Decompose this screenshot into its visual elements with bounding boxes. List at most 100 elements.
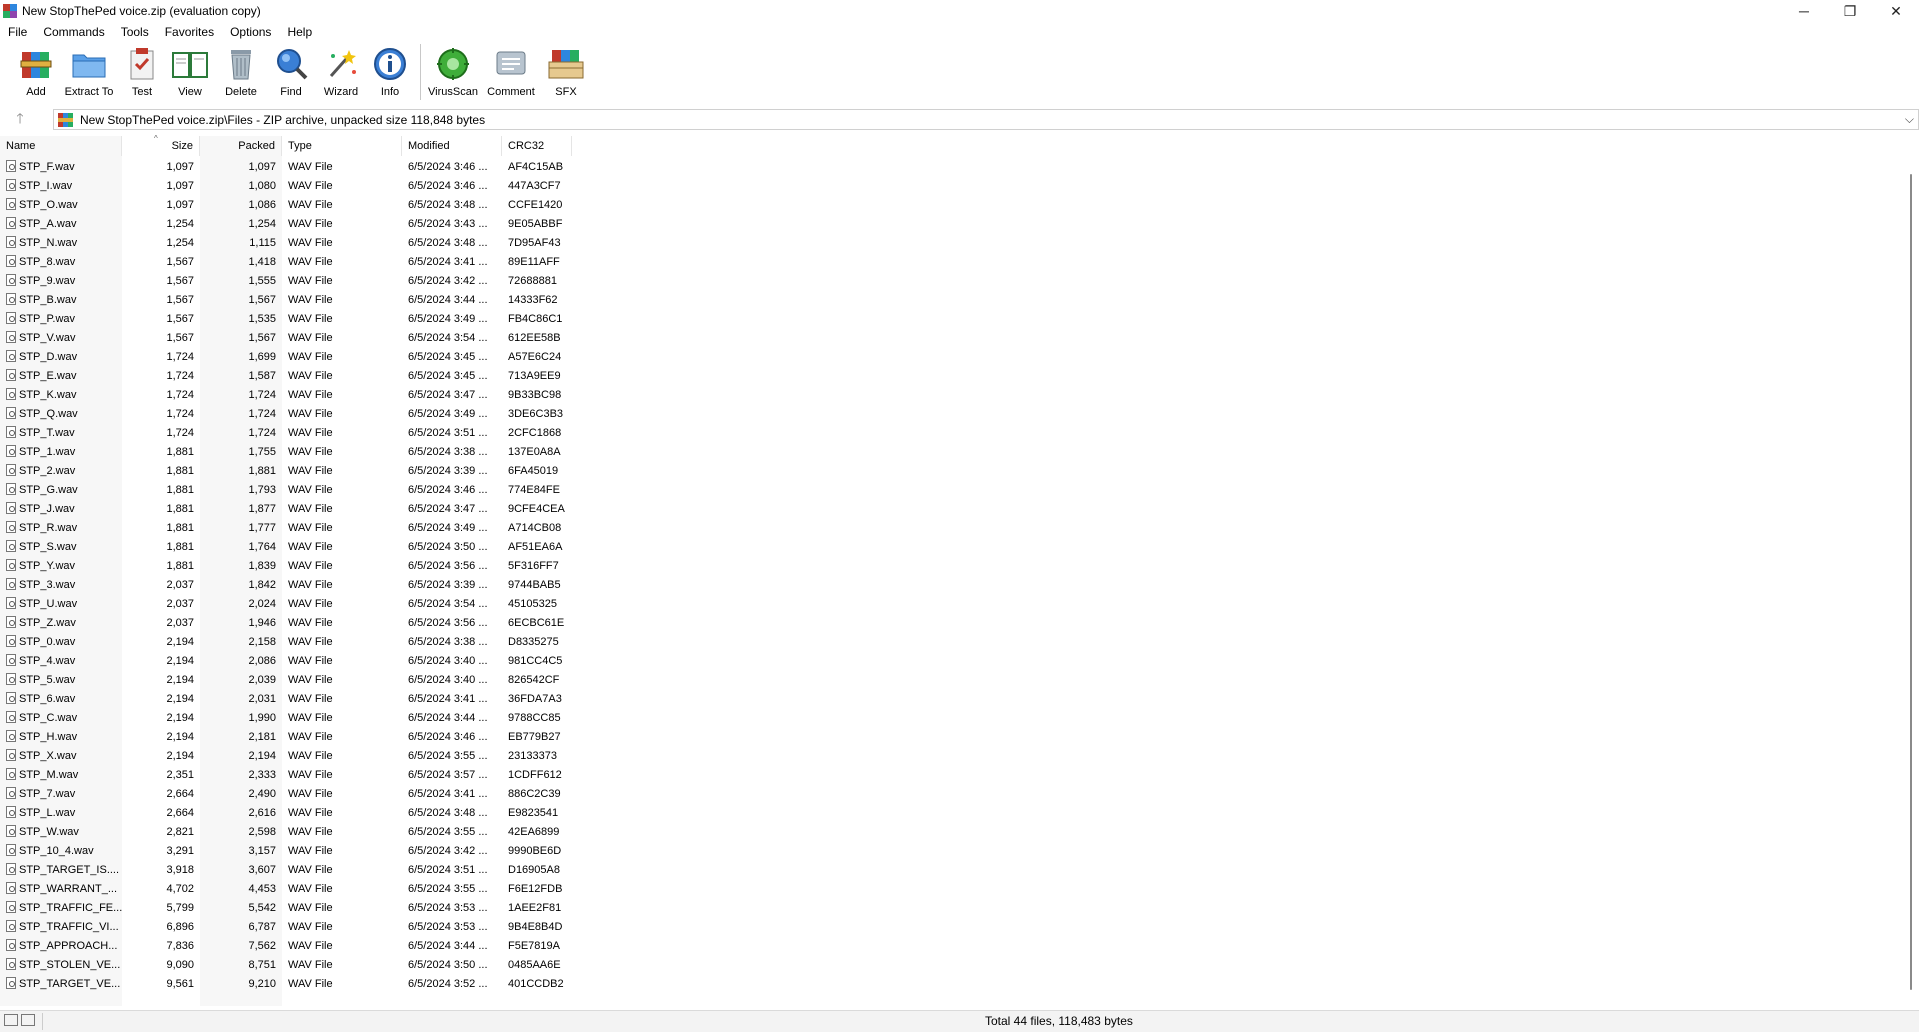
table-row[interactable]: STP_5.wav 2,194 2,039 WAV File 6/5/2024 3:40… <box>0 671 572 690</box>
table-row[interactable]: STP_Q.wav 1,724 1,724 WAV File 6/5/2024 3:49… <box>0 405 572 424</box>
test-button[interactable]: Test <box>122 44 162 102</box>
table-row[interactable]: STP_G.wav 1,881 1,793 WAV File 6/5/2024 3:46… <box>0 481 572 500</box>
table-row[interactable]: STP_3.wav 2,037 1,842 WAV File 6/5/2024 3:39… <box>0 576 572 595</box>
file-name: STP_X.wav <box>0 747 122 766</box>
table-row[interactable]: STP_1.wav 1,881 1,755 WAV File 6/5/2024 3:38… <box>0 443 572 462</box>
table-row[interactable]: STP_K.wav 1,724 1,724 WAV File 6/5/2024 3:47… <box>0 386 572 405</box>
menu-help[interactable]: Help <box>279 22 320 42</box>
up-folder-button[interactable]: 🡑 <box>10 110 30 130</box>
find-button[interactable]: Find <box>268 44 314 102</box>
table-row[interactable]: STP_S.wav 1,881 1,764 WAV File 6/5/2024 3:50… <box>0 538 572 557</box>
chevron-down-icon[interactable]: ⌵ <box>1905 112 1914 127</box>
file-crc32: A57E6C24 <box>508 351 562 363</box>
table-row[interactable]: STP_D.wav 1,724 1,699 WAV File 6/5/2024 3:45… <box>0 348 572 367</box>
file-name: STP_TARGET_IS.... <box>0 861 122 880</box>
extract-to-button[interactable]: Extract To <box>60 44 118 102</box>
minimize-button[interactable]: ─ <box>1781 0 1827 22</box>
table-row[interactable]: STP_8.wav 1,567 1,418 WAV File 6/5/2024 3:41… <box>0 253 572 272</box>
drive-icon[interactable] <box>4 1014 18 1026</box>
file-size: 1,881 <box>166 541 194 553</box>
column-type[interactable]: Type <box>282 136 402 156</box>
vertical-scrollbar[interactable] <box>1903 136 1919 1006</box>
table-row[interactable]: STP_TARGET_VE... 9,561 9,210 WAV File 6/5/20… <box>0 975 572 994</box>
table-row[interactable]: STP_A.wav 1,254 1,254 WAV File 6/5/2024 3:43… <box>0 215 572 234</box>
info-icon <box>370 44 410 84</box>
table-row[interactable]: STP_F.wav 1,097 1,097 WAV File 6/5/2024 3:46… <box>0 158 572 177</box>
file-type: WAV File <box>288 351 333 363</box>
column-size[interactable]: Size <box>122 136 200 156</box>
table-row[interactable]: STP_W.wav 2,821 2,598 WAV File 6/5/2024 3:55… <box>0 823 572 842</box>
file-type: WAV File <box>288 465 333 477</box>
comment-button[interactable]: Comment <box>483 44 539 102</box>
table-row[interactable]: STP_O.wav 1,097 1,086 WAV File 6/5/2024 3:48… <box>0 196 572 215</box>
file-name: STP_B.wav <box>0 291 122 310</box>
table-row[interactable]: STP_C.wav 2,194 1,990 WAV File 6/5/2024 3:44… <box>0 709 572 728</box>
table-row[interactable]: STP_B.wav 1,567 1,567 WAV File 6/5/2024 3:44… <box>0 291 572 310</box>
table-row[interactable]: STP_2.wav 1,881 1,881 WAV File 6/5/2024 3:39… <box>0 462 572 481</box>
table-row[interactable]: STP_N.wav 1,254 1,115 WAV File 6/5/2024 3:48… <box>0 234 572 253</box>
table-row[interactable]: STP_6.wav 2,194 2,031 WAV File 6/5/2024 3:41… <box>0 690 572 709</box>
table-row[interactable]: STP_P.wav 1,567 1,535 WAV File 6/5/2024 3:49… <box>0 310 572 329</box>
file-name-text: STP_0.wav <box>19 636 76 648</box>
column-crc32[interactable]: CRC32 <box>502 136 572 156</box>
menu-options[interactable]: Options <box>222 22 279 42</box>
file-crc32: 7D95AF43 <box>508 237 561 249</box>
file-packed: 3,157 <box>248 845 276 857</box>
table-row[interactable]: STP_WARRANT_... 4,702 4,453 WAV File 6/5/202… <box>0 880 572 899</box>
table-row[interactable]: STP_I.wav 1,097 1,080 WAV File 6/5/2024 3:46… <box>0 177 572 196</box>
wizard-button[interactable]: Wizard <box>318 44 364 102</box>
file-packed: 4,453 <box>248 883 276 895</box>
wav-file-icon <box>6 692 16 704</box>
table-row[interactable]: STP_M.wav 2,351 2,333 WAV File 6/5/2024 3:57… <box>0 766 572 785</box>
table-row[interactable]: STP_9.wav 1,567 1,555 WAV File 6/5/2024 3:42… <box>0 272 572 291</box>
maximize-button[interactable]: ❐ <box>1827 0 1873 22</box>
table-row[interactable]: STP_T.wav 1,724 1,724 WAV File 6/5/2024 3:51… <box>0 424 572 443</box>
table-row[interactable]: STP_V.wav 1,567 1,567 WAV File 6/5/2024 3:54… <box>0 329 572 348</box>
table-row[interactable]: STP_H.wav 2,194 2,181 WAV File 6/5/2024 3:46… <box>0 728 572 747</box>
table-row[interactable]: STP_R.wav 1,881 1,777 WAV File 6/5/2024 3:49… <box>0 519 572 538</box>
table-row[interactable]: STP_TRAFFIC_FE... 5,799 5,542 WAV File 6/5/2… <box>0 899 572 918</box>
sfx-button[interactable]: SFX <box>543 44 589 102</box>
wav-file-icon <box>6 464 16 476</box>
table-row[interactable]: STP_J.wav 1,881 1,877 WAV File 6/5/2024 3:47… <box>0 500 572 519</box>
table-row[interactable]: STP_7.wav 2,664 2,490 WAV File 6/5/2024 3:41… <box>0 785 572 804</box>
column-name[interactable]: Name <box>0 136 122 156</box>
file-name: STP_I.wav <box>0 177 122 196</box>
delete-button[interactable]: Delete <box>218 44 264 102</box>
file-packed: 1,555 <box>248 275 276 287</box>
wav-file-icon <box>6 806 16 818</box>
add-button[interactable]: Add <box>16 44 56 102</box>
table-row[interactable]: STP_TARGET_IS.... 3,918 3,607 WAV File 6/5/2… <box>0 861 572 880</box>
close-button[interactable]: ✕ <box>1873 0 1919 22</box>
table-row[interactable]: STP_U.wav 2,037 2,024 WAV File 6/5/2024 3:54… <box>0 595 572 614</box>
file-packed: 1,567 <box>248 332 276 344</box>
table-row[interactable]: STP_STOLEN_VE... 9,090 8,751 WAV File 6/5/20… <box>0 956 572 975</box>
key-icon[interactable] <box>21 1014 35 1026</box>
menu-file[interactable]: File <box>0 22 35 42</box>
table-row[interactable]: STP_Y.wav 1,881 1,839 WAV File 6/5/2024 3:56… <box>0 557 572 576</box>
table-row[interactable]: STP_4.wav 2,194 2,086 WAV File 6/5/2024 3:40… <box>0 652 572 671</box>
file-size: 1,724 <box>166 370 194 382</box>
menu-favorites[interactable]: Favorites <box>157 22 222 42</box>
menu-tools[interactable]: Tools <box>113 22 157 42</box>
table-row[interactable]: STP_APPROACH... 7,836 7,562 WAV File 6/5/202… <box>0 937 572 956</box>
table-row[interactable]: STP_E.wav 1,724 1,587 WAV File 6/5/2024 3:45… <box>0 367 572 386</box>
virusscan-button[interactable]: VirusScan <box>427 44 479 102</box>
menu-commands[interactable]: Commands <box>35 22 112 42</box>
view-button[interactable]: View <box>166 44 214 102</box>
table-row[interactable]: STP_X.wav 2,194 2,194 WAV File 6/5/2024 3:55… <box>0 747 572 766</box>
column-packed[interactable]: Packed <box>200 136 282 156</box>
file-modified: 6/5/2024 3:44 ... <box>408 712 488 724</box>
table-row[interactable]: STP_TRAFFIC_VI... 6,896 6,787 WAV File 6/5/2… <box>0 918 572 937</box>
file-type: WAV File <box>288 579 333 591</box>
table-row[interactable]: STP_10_4.wav 3,291 3,157 WAV File 6/5/2024 3… <box>0 842 572 861</box>
table-row[interactable]: STP_Z.wav 2,037 1,946 WAV File 6/5/2024 3:56… <box>0 614 572 633</box>
address-bar[interactable]: New StopThePed voice.zip\Files - ZIP arc… <box>53 109 1919 130</box>
table-row[interactable]: STP_0.wav 2,194 2,158 WAV File 6/5/2024 3:38… <box>0 633 572 652</box>
file-list[interactable]: Name Size Packed Type Modified CRC32 ^ S… <box>0 134 1903 1006</box>
add-archive-icon <box>16 44 56 84</box>
column-modified[interactable]: Modified <box>402 136 502 156</box>
scrollbar-thumb[interactable] <box>1910 174 1912 990</box>
table-row[interactable]: STP_L.wav 2,664 2,616 WAV File 6/5/2024 3:48… <box>0 804 572 823</box>
info-button[interactable]: Info <box>368 44 412 102</box>
